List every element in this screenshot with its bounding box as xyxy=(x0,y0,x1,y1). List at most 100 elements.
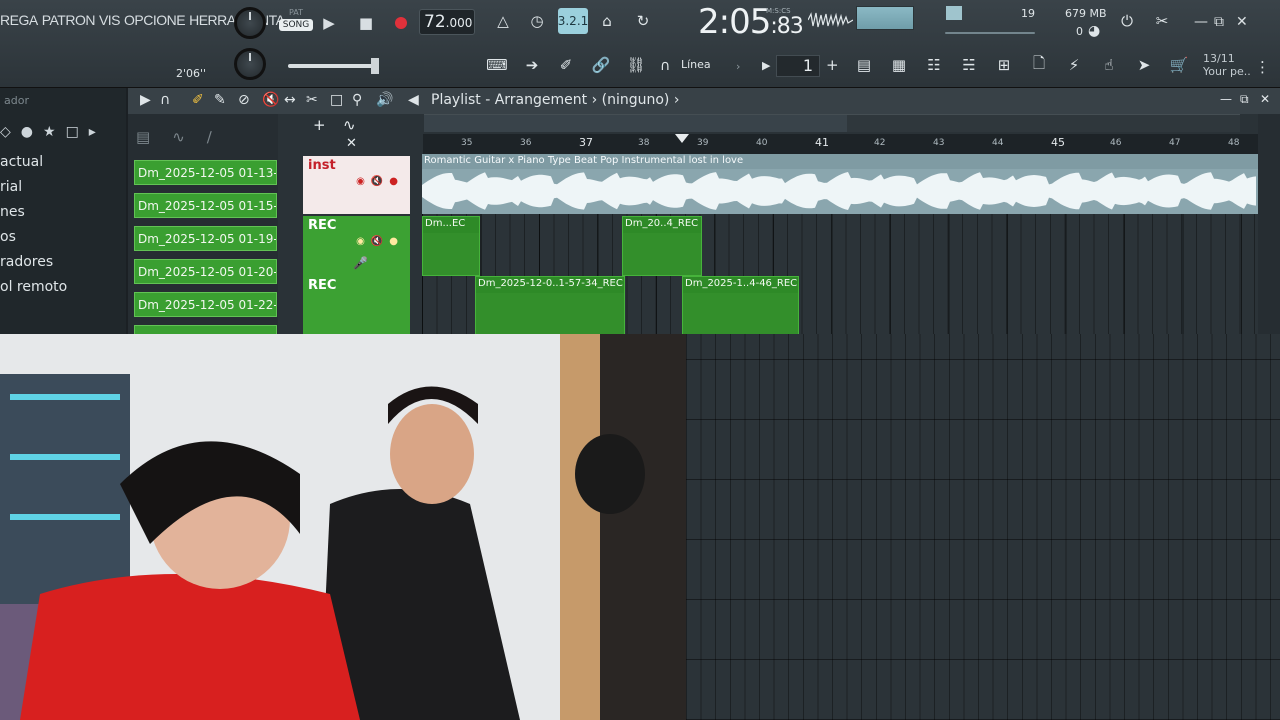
pencil-icon[interactable]: ✐ xyxy=(192,92,204,108)
audio-clip-rec[interactable]: Dm_2025-1..4-46_REC xyxy=(682,276,799,336)
store-button[interactable]: 🛒 xyxy=(1166,52,1192,78)
brush-icon[interactable]: ✎ xyxy=(214,92,226,108)
close-window-icon[interactable]: ✕ xyxy=(1236,14,1248,30)
clip-source-item[interactable]: Dm_2025-12-05 01-15-... xyxy=(134,193,277,218)
browser-item-current-project[interactable]: actual xyxy=(0,154,43,170)
browser-item-plugins[interactable]: os xyxy=(0,229,16,245)
playlist-minimize-icon[interactable]: — xyxy=(1220,92,1232,106)
magnet-icon[interactable]: ∩ xyxy=(660,58,670,74)
playback-icon[interactable]: 🔊 xyxy=(376,92,393,108)
reset-button[interactable]: ⏻ xyxy=(1114,8,1140,34)
master-pitch-knob[interactable] xyxy=(234,48,266,80)
wait-input-button[interactable]: ◷ xyxy=(524,8,550,34)
browser-item-generators[interactable]: radores xyxy=(0,254,53,270)
close-track-icon[interactable]: ✕ xyxy=(346,136,357,151)
audio-icon[interactable]: ∿ xyxy=(172,128,207,146)
loop-record-button[interactable]: ↻ xyxy=(630,8,656,34)
menu-item-patterns[interactable]: PATRON xyxy=(42,12,96,28)
arrangement-lanes-lower[interactable] xyxy=(686,334,1280,720)
blend-notes-button[interactable]: ⌂ xyxy=(594,8,620,34)
star-icon[interactable]: ★ xyxy=(43,124,66,140)
waveform-icon[interactable]: ∿ xyxy=(343,116,356,134)
mixer-button[interactable]: ☵ xyxy=(956,52,982,78)
vertical-scrollbar[interactable] xyxy=(1258,114,1280,336)
menu-item-file[interactable]: REGA xyxy=(0,12,38,28)
pattern-icon[interactable]: ▤ xyxy=(136,128,172,146)
browser-item-history[interactable]: rial xyxy=(0,179,22,195)
playlist-pattern[interactable]: (ninguno) xyxy=(602,92,670,108)
mute-icon[interactable]: 🔇 xyxy=(262,92,279,108)
slip-icon[interactable]: ↔ xyxy=(284,92,296,108)
browser-button[interactable]: ⊞ xyxy=(991,52,1017,78)
project-button[interactable]: 🗋 xyxy=(1026,52,1052,78)
play-button[interactable]: ▶ xyxy=(318,14,340,32)
speaker-icon[interactable]: ◀ xyxy=(408,92,419,108)
track-controls[interactable]: ◉🔇● xyxy=(356,176,404,187)
clip-source-item[interactable]: Dm_2025-12-05 01-13-... xyxy=(134,160,277,185)
pat-song-toggle[interactable]: PAT SONG xyxy=(279,8,313,31)
stamp-button[interactable]: ⛓ xyxy=(623,52,649,78)
master-volume-handle[interactable] xyxy=(371,58,379,74)
piano-roll-button[interactable]: ⌨ xyxy=(484,52,510,78)
audio-clip-beat[interactable]: Romantic Guitar x Piano Type Beat Pop In… xyxy=(422,154,1258,214)
clip-source-item[interactable]: Dm_2025-12-05 01-22-... xyxy=(134,292,277,317)
touch-controller-button[interactable]: ☝ xyxy=(1096,52,1122,78)
audio-clip-rec[interactable]: Dm_20..4_REC xyxy=(622,216,702,276)
timeline-ruler[interactable]: 35 36 37 38 39 40 41 42 43 44 45 46 47 4… xyxy=(423,134,1258,154)
snap-select[interactable]: Línea xyxy=(681,58,711,71)
master-volume-knob[interactable] xyxy=(234,7,266,39)
master-volume-slider[interactable] xyxy=(288,64,374,68)
cut-tool-button[interactable]: ✂ xyxy=(1149,8,1175,34)
select-icon[interactable]: □ xyxy=(330,92,343,108)
step-plus-button[interactable]: + xyxy=(826,56,839,74)
record-button[interactable] xyxy=(392,14,410,32)
plugin-database-button[interactable]: ⚡ xyxy=(1061,52,1087,78)
channel-rack-button[interactable]: ☷ xyxy=(921,52,947,78)
step-prev-icon[interactable]: ▶ xyxy=(762,59,770,72)
playhead-marker[interactable] xyxy=(675,134,689,143)
menu-item-view[interactable]: VIS xyxy=(99,12,121,28)
magnet-icon[interactable]: ∩ xyxy=(160,92,170,108)
automation-icon[interactable]: ∕ xyxy=(207,128,234,146)
more-options-icon[interactable]: ⋮ xyxy=(1255,58,1270,76)
tempo-field[interactable]: 72.000 xyxy=(419,9,475,35)
send-button[interactable]: ➤ xyxy=(1131,52,1157,78)
playlist-close-icon[interactable]: ✕ xyxy=(1260,92,1270,106)
expand-icon[interactable]: ▸ xyxy=(89,124,106,140)
browser-options-icon[interactable]: ◇ xyxy=(0,124,21,140)
stop-button[interactable]: ■ xyxy=(355,14,377,32)
countdown-button[interactable]: 3.2.1 xyxy=(558,8,588,34)
slice-icon[interactable]: ✂ xyxy=(306,92,318,108)
microphone-icon[interactable]: 🎤 xyxy=(353,256,368,270)
minimize-window-icon[interactable]: — xyxy=(1194,14,1208,30)
folder-plus-icon[interactable]: □ xyxy=(66,124,89,140)
zoom-icon[interactable]: ⚲ xyxy=(352,92,362,108)
snap-dropdown-icon[interactable]: › xyxy=(736,60,740,73)
clip-source-item[interactable]: Dm_2025-12-05 01-20-... xyxy=(134,259,277,284)
overview-viewport[interactable] xyxy=(424,115,847,132)
metronome-button[interactable]: △ xyxy=(490,8,516,34)
track-controls[interactable]: ◉🔇● xyxy=(356,236,404,247)
next-button[interactable]: ➔ xyxy=(519,52,545,78)
link-button[interactable]: 🔗 xyxy=(588,52,614,78)
delete-icon[interactable]: ⊘ xyxy=(238,92,250,108)
track-header-rec[interactable]: REC ◉🔇● 🎤 xyxy=(303,216,410,276)
menu-item-options[interactable]: OPCIONE xyxy=(124,12,186,28)
add-track-icon[interactable]: + xyxy=(313,116,326,134)
step-field[interactable]: 1 xyxy=(776,55,820,77)
track-header-rec-2[interactable]: REC xyxy=(303,276,410,336)
arrangement-overview[interactable] xyxy=(424,114,1240,132)
audio-clip-rec[interactable]: Dm_2025-12-0..1-57-34_REC xyxy=(475,276,625,336)
playlist-play-icon[interactable]: ▶ xyxy=(140,92,151,108)
globe-icon[interactable]: ● xyxy=(21,124,43,140)
track-header-inst[interactable]: inst ◉🔇● xyxy=(303,156,410,214)
clip-source-item[interactable]: Dm_2025-12-05 01-19-... xyxy=(134,226,277,251)
browser-item-recent[interactable]: nes xyxy=(0,204,25,220)
pencil-tool-button[interactable]: ✐ xyxy=(553,52,579,78)
playlist-maximize-icon[interactable]: ⧉ xyxy=(1240,92,1249,107)
piano-roll-view-button[interactable]: ▦ xyxy=(886,52,912,78)
browser-item-remote-control[interactable]: ol remoto xyxy=(0,279,67,295)
song-position-display[interactable]: 2:05:83 M:S:CS xyxy=(698,2,804,42)
audio-clip-rec[interactable]: Dm...EC xyxy=(422,216,480,276)
restore-window-icon[interactable]: ⧉ xyxy=(1214,14,1224,30)
